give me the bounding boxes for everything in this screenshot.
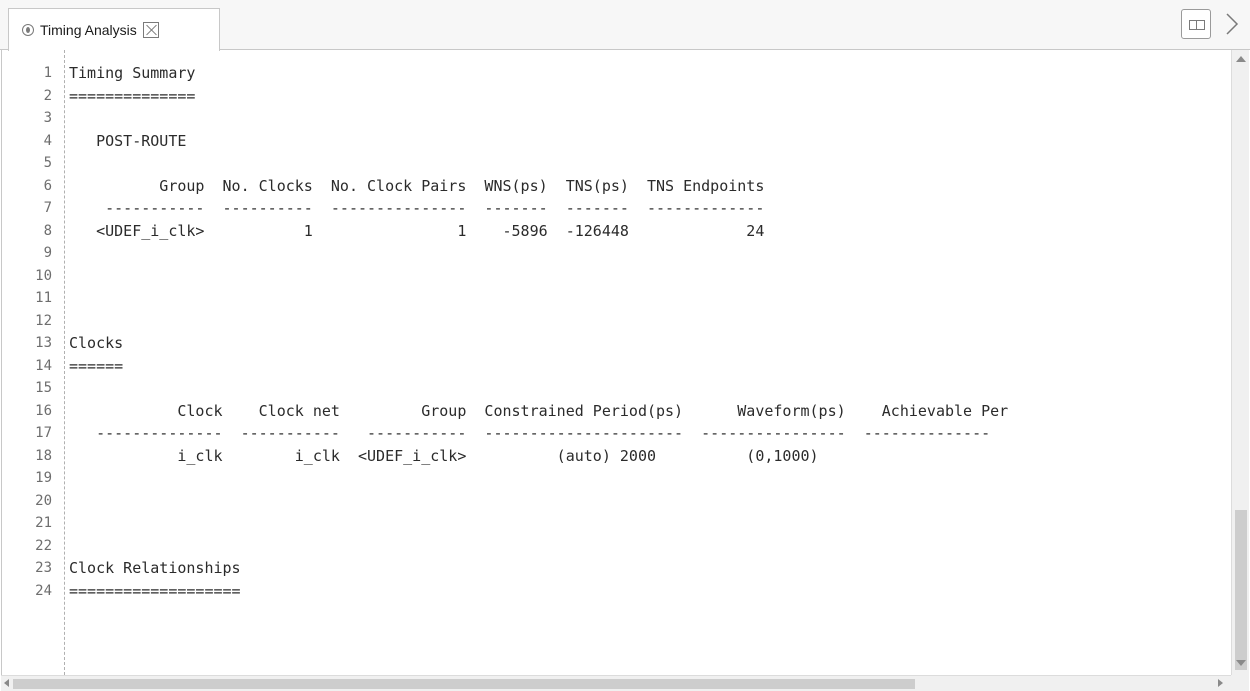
scroll-up-icon[interactable]	[1236, 56, 1246, 62]
line-number: 15	[35, 380, 52, 396]
code-line[interactable]: 23 Clock Relationships	[2, 557, 1232, 579]
line-number: 1	[43, 65, 52, 81]
line-text: Group No. Clocks No. Clock Pairs WNS(ps)…	[69, 176, 765, 195]
code-line[interactable]: 6 Group No. Clocks No. Clock Pairs WNS(p…	[2, 175, 1232, 197]
line-number: 3	[43, 110, 52, 126]
vertical-scrollbar[interactable]	[1231, 50, 1249, 675]
code-line[interactable]: 10	[2, 265, 1232, 287]
line-number: 4	[43, 132, 52, 149]
line-number: 6	[43, 177, 52, 194]
code-line[interactable]: 5	[2, 152, 1232, 174]
line-text: -------------- ----------- ----------- -…	[69, 424, 991, 442]
line-text: Timing Summary	[69, 64, 196, 82]
line-text: Clock Relationships	[69, 559, 241, 577]
code-line[interactable]: 11	[2, 287, 1232, 309]
code-line[interactable]: 2 ==============	[2, 85, 1232, 107]
vertical-scroll-thumb[interactable]	[1235, 510, 1247, 670]
code-line[interactable]: 19	[2, 467, 1232, 489]
chevron-right-icon[interactable]	[1219, 12, 1243, 36]
line-number: 24	[35, 582, 52, 599]
code-line[interactable]: 4 POST-ROUTE	[2, 130, 1232, 152]
tab-timing-analysis[interactable]: Timing Analysis	[8, 8, 220, 51]
code-line[interactable]: 12	[2, 310, 1232, 332]
code-line[interactable]: 8 <UDEF_i_clk> 1 1 -5896 -126448 24	[2, 220, 1232, 242]
code-line[interactable]: 13 Clocks	[2, 332, 1232, 354]
line-number: 9	[43, 245, 52, 261]
code-line[interactable]: 24 ===================	[2, 580, 1232, 602]
line-number: 2	[43, 87, 52, 104]
horizontal-scroll-thumb[interactable]	[13, 679, 915, 689]
code-line[interactable]: 14 ======	[2, 355, 1232, 377]
code-line[interactable]: 7 ----------- ---------- ---------------…	[2, 197, 1232, 219]
line-text: <UDEF_i_clk> 1 1 -5896 -126448 24	[69, 221, 765, 240]
line-number: 7	[43, 200, 52, 216]
line-number: 14	[35, 357, 52, 374]
line-text: Clock Clock net Group Constrained Period…	[69, 401, 1009, 420]
scrollbar-corner	[1231, 675, 1249, 691]
scroll-left-icon[interactable]	[4, 679, 9, 687]
info-icon	[22, 24, 34, 36]
horizontal-scrollbar[interactable]	[1, 675, 1231, 691]
line-text: ----------- ---------- --------------- -…	[69, 199, 765, 217]
line-number: 19	[35, 470, 52, 486]
scroll-right-icon[interactable]	[1218, 679, 1223, 687]
line-number: 5	[43, 155, 52, 171]
code-line[interactable]: 21	[2, 512, 1232, 534]
text-editor[interactable]: 1 Timing Summary 2 ============== 3 4 POST-RO…	[1, 50, 1250, 675]
split-view-icon[interactable]	[1181, 9, 1211, 39]
line-number: 13	[35, 335, 52, 351]
line-number: 10	[35, 267, 52, 284]
close-icon[interactable]	[142, 22, 159, 38]
line-text: ======	[69, 356, 124, 375]
code-line[interactable]: 3	[2, 107, 1232, 129]
line-text: ==============	[69, 86, 196, 105]
line-number: 17	[35, 425, 52, 441]
line-number: 11	[35, 290, 52, 306]
line-number: 23	[35, 560, 52, 576]
code-line[interactable]: 16 Clock Clock net Group Constrained Per…	[2, 400, 1232, 422]
code-line[interactable]: 9	[2, 242, 1232, 264]
code-line[interactable]: 18 i_clk i_clk <UDEF_i_clk> (auto) 2000 …	[2, 445, 1232, 467]
line-text: ===================	[69, 581, 241, 600]
tab-bar: Timing Analysis	[0, 0, 1250, 51]
line-number: 21	[35, 515, 52, 531]
scroll-down-icon[interactable]	[1236, 660, 1246, 666]
code-line[interactable]: 1 Timing Summary	[2, 62, 1232, 84]
code-line[interactable]: 20	[2, 490, 1232, 512]
code-line[interactable]: 22	[2, 535, 1232, 557]
line-text: POST-ROUTE	[69, 131, 187, 150]
line-text: i_clk i_clk <UDEF_i_clk> (auto) 2000 (0,…	[69, 446, 819, 465]
tab-title: Timing Analysis	[40, 22, 137, 38]
line-number: 22	[35, 537, 52, 554]
line-number: 20	[35, 492, 52, 509]
line-number: 18	[35, 447, 52, 464]
code-line[interactable]: 17 -------------- ----------- ----------…	[2, 422, 1232, 444]
line-number: 8	[43, 222, 52, 239]
line-number: 12	[35, 312, 52, 329]
line-text: Clocks	[69, 334, 124, 352]
line-number: 16	[35, 402, 52, 419]
code-line[interactable]: 15	[2, 377, 1232, 399]
